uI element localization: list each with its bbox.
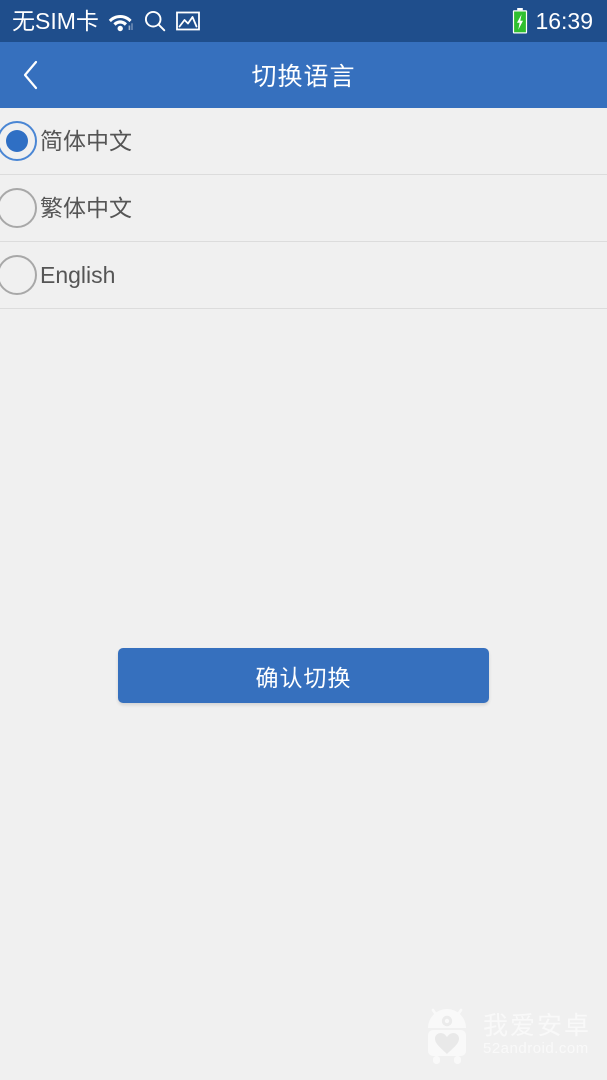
status-bar-right: 16:39 — [512, 8, 593, 34]
language-option-list: 简体中文 繁体中文 English — [0, 108, 607, 309]
android-robot-icon — [421, 1004, 473, 1066]
watermark: 我爱安卓 52android.com — [421, 1004, 591, 1066]
status-bar-left: 无SIM卡 — [12, 9, 512, 33]
radio-simplified-chinese[interactable] — [0, 121, 37, 161]
phone-screen: 无SIM卡 16:39 切换语言 简体中文 繁体中文 English 确认切换 … — [0, 0, 607, 1080]
image-icon — [175, 10, 200, 32]
title-bar: 切换语言 — [0, 42, 607, 108]
confirm-switch-button[interactable]: 确认切换 — [118, 648, 489, 703]
status-bar: 无SIM卡 16:39 — [0, 0, 607, 42]
carrier-label: 无SIM卡 — [12, 7, 99, 34]
language-option-row-simplified-chinese[interactable]: 简体中文 — [0, 108, 607, 175]
battery-charging-icon — [512, 8, 528, 34]
radio-traditional-chinese[interactable] — [0, 188, 37, 228]
language-option-label: 简体中文 — [40, 127, 132, 154]
language-option-row-traditional-chinese[interactable]: 繁体中文 — [0, 175, 607, 242]
radio-english[interactable] — [0, 255, 37, 295]
language-option-label: 繁体中文 — [40, 194, 132, 221]
chevron-left-icon — [21, 59, 41, 91]
language-option-label: English — [40, 261, 116, 288]
language-option-row-english[interactable]: English — [0, 242, 607, 309]
watermark-name: 我爱安卓 — [482, 1012, 591, 1040]
watermark-text: 我爱安卓 52android.com — [482, 1012, 591, 1057]
back-button[interactable] — [0, 42, 62, 108]
search-icon — [143, 9, 167, 33]
watermark-url: 52android.com — [482, 1040, 589, 1057]
wifi-icon — [108, 11, 134, 32]
page-title: 切换语言 — [251, 63, 356, 91]
clock-label: 16:39 — [535, 7, 593, 34]
